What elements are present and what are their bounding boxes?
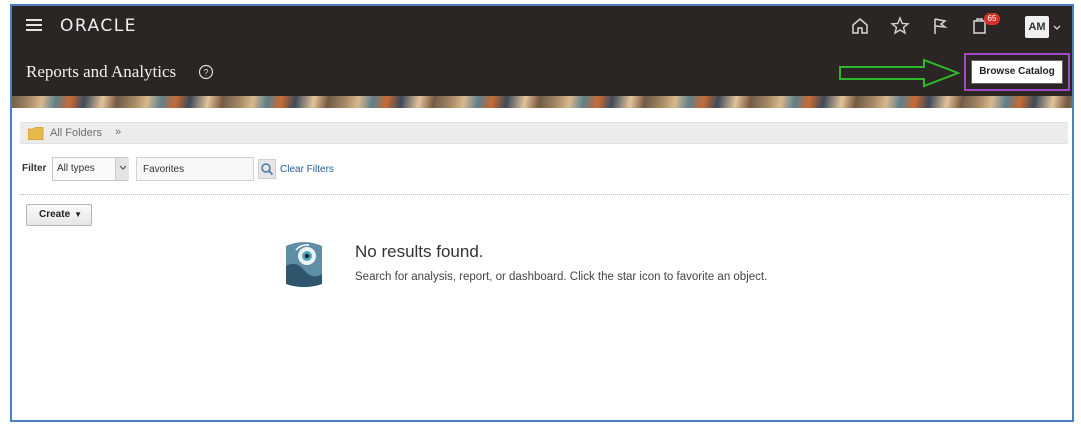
filter-label: Filter <box>22 163 47 174</box>
caret-down-icon: ▼ <box>74 210 83 219</box>
empty-state-icon <box>282 236 326 290</box>
clear-filters-link[interactable]: Clear Filters <box>280 164 334 175</box>
folder-icon <box>27 127 44 140</box>
annotation-arrow-icon <box>838 58 962 88</box>
breadcrumb: All Folders » <box>20 122 1068 144</box>
create-button-label: Create <box>39 209 71 220</box>
page-title: Reports and Analytics <box>26 62 177 81</box>
app-window: ORACLE 65 AM Reports and Analytics ? Bro… <box>10 4 1074 422</box>
divider <box>20 194 1068 195</box>
empty-state-description: Search for analysis, report, or dashboar… <box>355 271 768 283</box>
search-input[interactable] <box>136 157 254 181</box>
hamburger-menu-icon[interactable] <box>26 17 44 35</box>
oracle-logo[interactable]: ORACLE <box>60 16 137 36</box>
svg-text:?: ? <box>203 68 208 78</box>
decorative-banner <box>12 96 1072 108</box>
page-header: Reports and Analytics ? Browse Catalog <box>12 48 1072 96</box>
help-icon[interactable]: ? <box>198 64 214 80</box>
search-icon[interactable] <box>258 159 276 179</box>
empty-state-title: No results found. <box>355 242 484 261</box>
chevron-down-icon[interactable] <box>1052 20 1062 30</box>
notification-count-badge: 65 <box>984 13 1000 25</box>
create-button[interactable]: Create ▼ <box>26 204 92 226</box>
type-select-dropdown-button[interactable] <box>115 158 129 180</box>
star-icon[interactable] <box>888 14 912 38</box>
flag-icon[interactable] <box>928 14 952 38</box>
global-header: ORACLE 65 AM <box>12 6 1072 48</box>
home-icon[interactable] <box>848 14 872 38</box>
user-avatar[interactable]: AM <box>1025 16 1049 38</box>
breadcrumb-chevron-icon[interactable]: » <box>115 126 121 138</box>
breadcrumb-all-folders[interactable]: All Folders <box>50 127 102 139</box>
browse-catalog-button[interactable]: Browse Catalog <box>971 60 1063 84</box>
